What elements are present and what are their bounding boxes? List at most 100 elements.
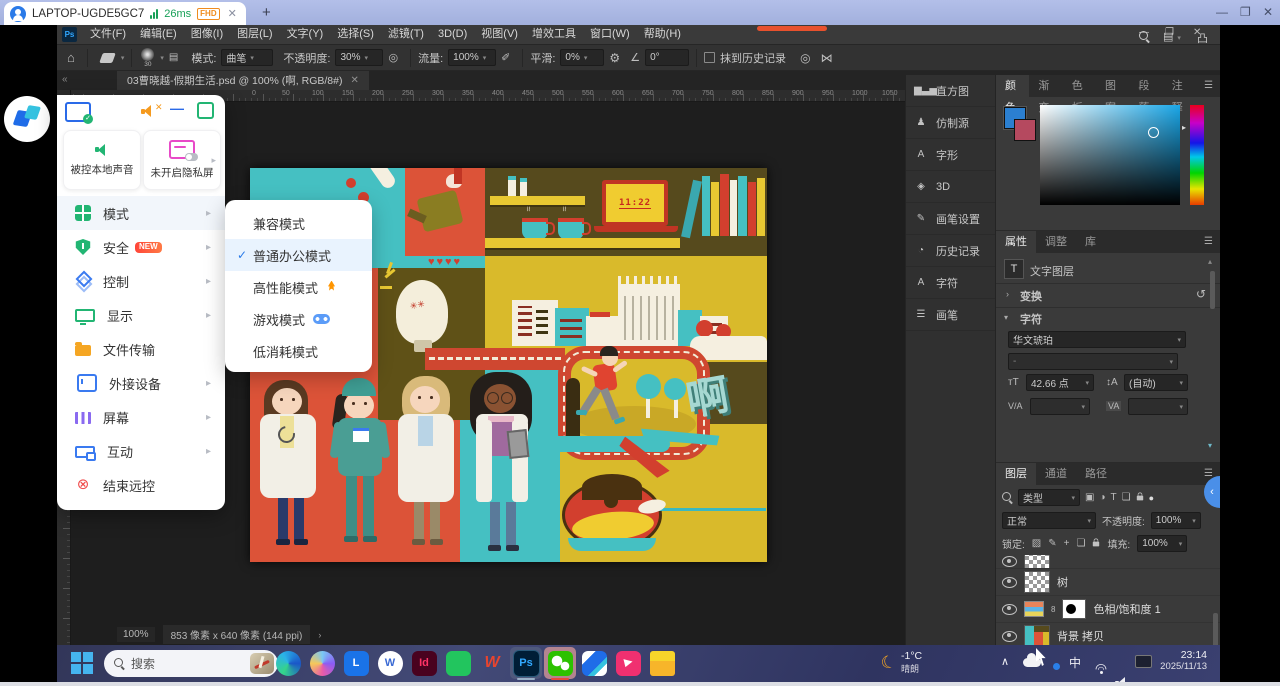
font-style-select[interactable]: -▾ <box>1008 353 1178 370</box>
font-size-input[interactable]: 42.66 点▾ <box>1026 374 1094 391</box>
window-close-icon[interactable]: ✕ <box>1263 0 1273 25</box>
taskbar-app-indesign[interactable]: Id <box>408 647 440 679</box>
layer-thumbnail[interactable] <box>1024 571 1050 593</box>
td-menu-安全[interactable]: 安全NEW▸ <box>57 230 225 264</box>
taskbar-app-store[interactable] <box>442 647 474 679</box>
arrange-documents-icon[interactable]: ▤▾ <box>1163 30 1181 43</box>
brush-picker-dropdown-icon[interactable]: ▾ <box>160 54 164 62</box>
submenu-低消耗模式[interactable]: 低消耗模式 <box>225 335 372 367</box>
tab-注释[interactable]: 注释 <box>1163 75 1196 97</box>
tracking-input[interactable]: ▾ <box>1030 398 1090 415</box>
layer-visibility-icon[interactable] <box>1002 604 1017 615</box>
layer-thumbnail[interactable] <box>1024 625 1050 645</box>
tool-preset-dropdown-icon[interactable]: ▾ <box>121 54 125 62</box>
menubar-item[interactable]: 视图(V) <box>474 25 525 44</box>
menubar-item[interactable]: 选择(S) <box>330 25 381 44</box>
kerning-input[interactable]: ▾ <box>1128 398 1188 415</box>
taskbar-app-lenovo[interactable]: L <box>340 647 372 679</box>
battery-icon[interactable] <box>1135 655 1152 668</box>
panel-menu-icon[interactable]: ☰ <box>1196 75 1220 97</box>
erase-history-checkbox[interactable] <box>704 52 715 63</box>
color-picker-field[interactable] <box>1040 105 1180 205</box>
filter-toggle-icon[interactable]: ● <box>1149 493 1154 503</box>
privacy-screen-card[interactable]: 未开启隐私屏 ▸ <box>143 130 221 190</box>
ime-indicator[interactable]: 中 <box>1069 654 1081 671</box>
home-icon[interactable]: ⌂ <box>67 50 75 65</box>
layer-row[interactable]: 背景 拷贝 <box>996 623 1220 645</box>
smoothing-gear-icon[interactable]: ⚙ <box>609 51 620 65</box>
new-tab-icon[interactable]: + <box>262 2 271 23</box>
eraser-tool-icon[interactable] <box>99 53 116 63</box>
minimize-panel-icon[interactable]: — <box>170 100 184 116</box>
lock-artboard-icon[interactable]: ❏ <box>1076 538 1085 549</box>
filter-type-select[interactable]: 类型▾ <box>1018 489 1080 506</box>
filter-adjustment-icon[interactable]: ◑ <box>1099 492 1105 503</box>
blend-mode-select[interactable]: 正常▾ <box>1002 512 1096 529</box>
menubar-item[interactable]: 滤镜(T) <box>381 25 431 44</box>
local-sound-card[interactable]: 被控本地声音 <box>63 130 141 190</box>
td-menu-控制[interactable]: 控制▸ <box>57 264 225 298</box>
submenu-高性能模式[interactable]: 高性能模式 <box>225 271 372 303</box>
panel-menu-icon[interactable]: ☰ <box>1196 231 1220 253</box>
brush-preset-picker[interactable]: 30 <box>141 48 154 68</box>
panel-button-画笔设置[interactable]: ✎画笔设置 <box>906 203 996 235</box>
font-family-select[interactable]: 华文琥珀▾ <box>1008 331 1186 348</box>
lock-pixels-icon[interactable]: ✎ <box>1048 538 1056 549</box>
layer-opacity-input[interactable]: 100%▾ <box>1151 512 1201 529</box>
taskbar-app-copilot[interactable] <box>306 647 338 679</box>
filter-pixel-icon[interactable]: ▣ <box>1085 492 1094 503</box>
tab-通道[interactable]: 通道 <box>1036 463 1076 485</box>
flow-input[interactable]: 100%▾ <box>448 49 496 66</box>
tab-图层[interactable]: 图层 <box>996 463 1036 485</box>
scroll-down-icon[interactable]: ▾ <box>1208 441 1212 450</box>
pressure-opacity-icon[interactable]: ◎ <box>388 51 398 64</box>
collapsed-toolbar-pill[interactable] <box>757 26 827 31</box>
layer-row[interactable]: 8色相/饱和度 1 <box>996 596 1220 623</box>
share-icon[interactable]: 凸 <box>1197 30 1208 46</box>
start-button[interactable] <box>71 652 93 674</box>
layer-mask-thumbnail[interactable] <box>1062 599 1086 619</box>
taskbar-app-todesk[interactable] <box>578 647 610 679</box>
monitor-status-icon[interactable]: ✓ <box>65 102 91 122</box>
document-tab[interactable]: 03曹晓越-假期生活.psd @ 100% (啊, RGB/8#) ✕ <box>117 71 369 90</box>
tab-图案[interactable]: 图案 <box>1096 75 1129 97</box>
filter-shape-icon[interactable]: ❏ <box>1122 492 1131 503</box>
todesk-floating-ball[interactable] <box>4 96 50 142</box>
taskbar-app-wechat[interactable] <box>544 647 576 679</box>
weather-widget[interactable]: -1°C 晴朗 <box>901 650 922 675</box>
tab-段落[interactable]: 段落 <box>1129 75 1162 97</box>
leading-input[interactable]: (自动)▾ <box>1124 374 1188 391</box>
layer-row[interactable]: 树 <box>996 569 1220 596</box>
td-menu-外接设备[interactable]: 外接设备▸ <box>57 366 225 400</box>
menubar-item[interactable]: 文字(Y) <box>280 25 331 44</box>
clock-widget[interactable]: 23:14 2025/11/13 <box>1159 649 1207 672</box>
hue-slider[interactable] <box>1190 105 1204 205</box>
td-menu-文件传输[interactable]: 文件传输 <box>57 332 225 366</box>
search-icon[interactable] <box>1139 31 1150 45</box>
td-menu-屏幕[interactable]: 屏幕▸ <box>57 400 225 434</box>
scroll-up-icon[interactable]: ▴ <box>1208 257 1212 266</box>
taskbar-app-design[interactable] <box>612 647 644 679</box>
panel-button-字符[interactable]: A字符 <box>906 267 996 299</box>
taskbar-app-edge[interactable] <box>272 647 304 679</box>
airbrush-icon[interactable]: ✐ <box>501 51 510 64</box>
menubar-item[interactable]: 帮助(H) <box>637 25 688 44</box>
status-arrow-icon[interactable]: › <box>318 630 321 640</box>
lock-transparent-icon[interactable]: ▨ <box>1032 538 1041 549</box>
panel-button-字形[interactable]: A字形 <box>906 139 996 171</box>
fill-input[interactable]: 100%▾ <box>1137 535 1187 552</box>
layer-visibility-icon[interactable] <box>1002 631 1017 642</box>
filter-smart-icon[interactable] <box>1136 495 1142 500</box>
reset-transform-icon[interactable]: ↺ <box>1196 287 1206 301</box>
window-restore-icon[interactable]: ❐ <box>1240 0 1251 25</box>
brush-panel-toggle-icon[interactable]: ▤ <box>169 52 178 63</box>
tab-渐变[interactable]: 渐变 <box>1029 75 1062 97</box>
hidden-icons-chevron[interactable]: ∧ <box>1001 655 1009 668</box>
taskbar-search[interactable]: 搜索 <box>104 650 278 677</box>
menubar-item[interactable]: 编辑(E) <box>133 25 184 44</box>
submenu-兼容模式[interactable]: 兼容模式 <box>225 207 372 239</box>
taskbar-app-explorer[interactable] <box>646 647 678 679</box>
close-document-icon[interactable]: ✕ <box>350 75 358 86</box>
panel-button-画笔[interactable]: ☰画笔 <box>906 299 996 331</box>
td-menu-互动[interactable]: 互动▸ <box>57 434 225 468</box>
